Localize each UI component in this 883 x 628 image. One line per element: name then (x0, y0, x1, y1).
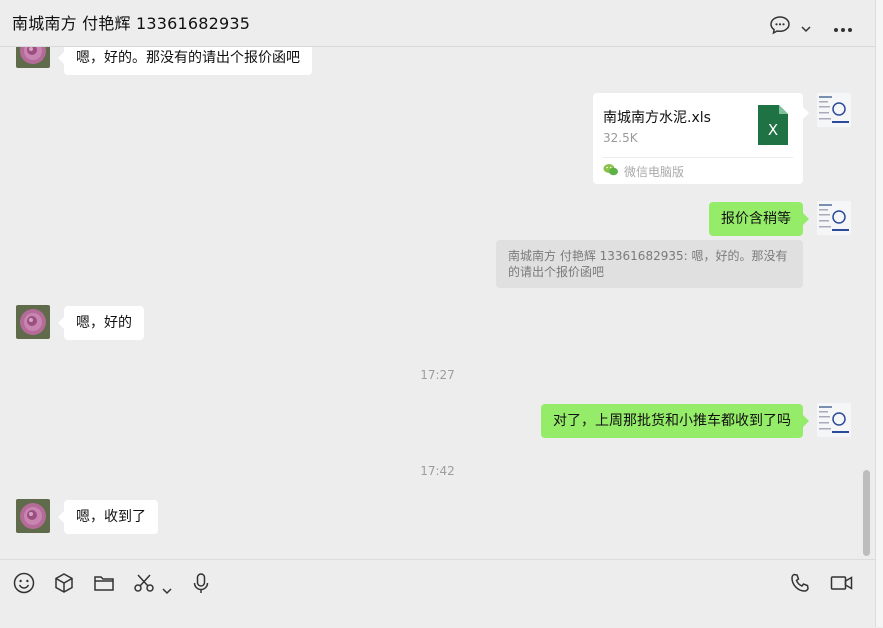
file-size: 32.5K (603, 131, 638, 145)
quoted-message[interactable]: 南城南方 付艳辉 13361682935: 嗯，好的。那没有的请出个报价函吧 (496, 240, 803, 288)
svg-text:X: X (768, 121, 778, 139)
message-incoming[interactable]: 嗯，好的。那没有的请出个报价函吧 (58, 47, 312, 75)
emoji-icon[interactable] (13, 572, 35, 598)
timestamp: 17:27 (420, 368, 455, 382)
message-outgoing[interactable]: 报价含稍等 (709, 202, 809, 236)
input-toolbar (0, 559, 875, 628)
timestamp: 17:42 (420, 464, 455, 478)
wechat-icon (603, 163, 619, 180)
contact-avatar[interactable] (16, 499, 50, 533)
my-avatar[interactable] (817, 93, 851, 127)
file-message[interactable]: 南城南方水泥.xls 32.5K X 微信电脑版 (593, 93, 809, 184)
scissors-icon[interactable] (133, 572, 155, 598)
chat-title: 南城南方 付艳辉 13361682935 (12, 14, 251, 33)
box-icon[interactable] (53, 572, 75, 598)
scrollbar[interactable] (863, 470, 870, 556)
file-source: 微信电脑版 (624, 165, 685, 179)
folder-icon[interactable] (93, 572, 115, 598)
contact-avatar[interactable] (16, 47, 50, 68)
phone-icon[interactable] (789, 572, 811, 598)
microphone-icon[interactable] (190, 572, 212, 598)
excel-file-icon: X (758, 105, 788, 149)
chevron-down-icon[interactable] (801, 18, 811, 37)
window-edge (875, 0, 883, 627)
chat-header: 南城南方 付艳辉 13361682935 (0, 0, 875, 47)
my-avatar[interactable] (817, 201, 851, 235)
file-name: 南城南方水泥.xls (603, 110, 711, 126)
message-outgoing[interactable]: 对了，上周那批货和小推车都收到了吗 (541, 404, 809, 438)
message-list[interactable]: 嗯，好的。那没有的请出个报价函吧 南城南方水泥.xls 32.5K X 微信电脑… (0, 47, 875, 559)
my-avatar[interactable] (817, 403, 851, 437)
message-incoming[interactable]: 嗯，收到了 (58, 500, 158, 534)
message-incoming[interactable]: 嗯，好的 (58, 306, 144, 340)
video-icon[interactable] (830, 572, 854, 598)
chat-bubble-icon[interactable] (769, 15, 791, 39)
contact-avatar[interactable] (16, 305, 50, 339)
chevron-down-icon[interactable] (162, 580, 172, 599)
more-icon[interactable] (833, 18, 853, 37)
